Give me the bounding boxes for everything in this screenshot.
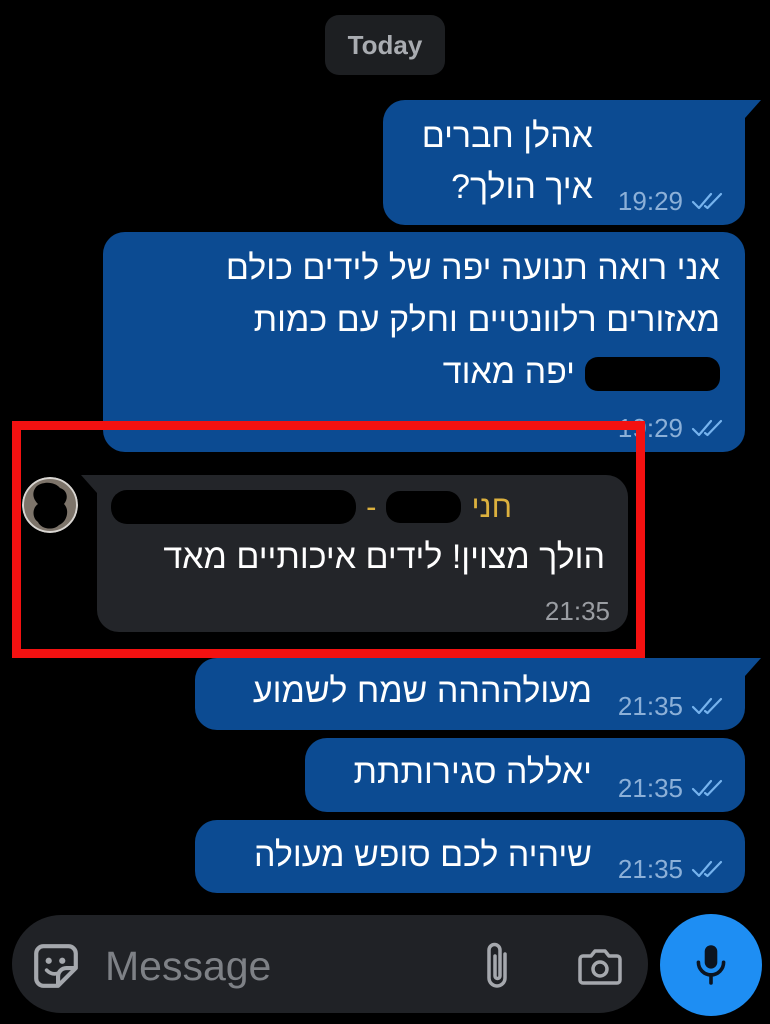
message-text-fragment: יפה מאוד bbox=[442, 353, 575, 391]
message-composer bbox=[12, 915, 648, 1013]
message-text-line: שיהיה לכם סופש מעולה bbox=[253, 836, 592, 874]
avatar-image bbox=[22, 477, 78, 533]
message-text-line: יפה מאוד bbox=[226, 346, 720, 398]
sender-name-row: חני - bbox=[111, 488, 512, 526]
double-check-icon bbox=[691, 697, 723, 715]
sender-name: חני bbox=[471, 489, 512, 524]
sticker-button[interactable] bbox=[30, 940, 82, 992]
paperclip-icon bbox=[487, 942, 507, 988]
message-time: 21:35 bbox=[617, 773, 683, 803]
message-text-line: איך הולך? bbox=[451, 168, 593, 206]
message-text: שיהיה לכם סופש מעולה bbox=[254, 830, 592, 880]
message-text: הולך מצוין! לידים איכותיים מאד bbox=[163, 532, 605, 582]
redaction-mark bbox=[585, 357, 720, 392]
message-text: אהלן חברים איך הולך? bbox=[422, 111, 593, 213]
message-text-line: אני רואה תנועה יפה של לידים כולם bbox=[225, 249, 720, 287]
chat-screen: Today אהלן חברים איך הולך? 19:29 אני רוא… bbox=[0, 0, 770, 1024]
message-text: יאללה סגירותתת bbox=[354, 747, 592, 797]
message-bubble-outgoing[interactable]: מעולהההה שמח לשמוע 21:35 bbox=[195, 658, 761, 730]
message-time: 21:35 bbox=[617, 691, 683, 721]
redaction-mark bbox=[386, 491, 462, 523]
message-bubble-outgoing[interactable]: אני רואה תנועה יפה של לידים כולם מאזורים… bbox=[103, 232, 745, 452]
message-text-line: אהלן חברים bbox=[421, 117, 593, 155]
message-time: 21:35 bbox=[544, 596, 610, 626]
message-bubble-outgoing[interactable]: יאללה סגירותתת 21:35 bbox=[305, 738, 745, 812]
message-text-line: יאללה סגירותתת bbox=[353, 753, 592, 791]
message-time: 19:29 bbox=[617, 186, 683, 216]
date-separator-label: Today bbox=[347, 29, 423, 60]
message-meta: 21:35 bbox=[618, 774, 725, 802]
redaction-mark bbox=[111, 490, 357, 524]
double-check-icon bbox=[691, 779, 723, 797]
message-text-line: מאזורים רלוונטיים וחלק עם כמות bbox=[253, 301, 720, 339]
sticker-icon bbox=[34, 944, 78, 988]
sender-name-separator: - bbox=[366, 489, 377, 524]
microphone-icon bbox=[696, 945, 726, 985]
sender-avatar[interactable] bbox=[22, 477, 78, 533]
voice-record-button[interactable] bbox=[660, 914, 762, 1016]
message-time: 21:35 bbox=[617, 854, 683, 884]
camera-button[interactable] bbox=[576, 944, 624, 988]
message-time: 19:29 bbox=[617, 413, 683, 443]
message-meta: 21:35 bbox=[545, 597, 610, 625]
message-bubble-incoming[interactable]: חני - הולך מצוין! לידים איכותיים מאד 21:… bbox=[81, 475, 628, 632]
attach-button[interactable] bbox=[478, 939, 516, 991]
message-text-line: הולך מצוין! לידים איכותיים מאד bbox=[163, 538, 605, 576]
message-input[interactable] bbox=[105, 938, 465, 994]
message-bubble-outgoing[interactable]: אהלן חברים איך הולך? 19:29 bbox=[383, 100, 761, 225]
message-meta: 21:35 bbox=[618, 855, 725, 883]
double-check-icon bbox=[691, 192, 723, 210]
double-check-icon bbox=[691, 860, 723, 878]
message-meta: 19:29 bbox=[618, 187, 725, 215]
date-separator: Today bbox=[325, 15, 445, 75]
camera-icon bbox=[578, 949, 622, 985]
double-check-icon bbox=[691, 419, 723, 437]
message-bubble-outgoing[interactable]: שיהיה לכם סופש מעולה 21:35 bbox=[195, 820, 745, 893]
message-meta: 19:29 bbox=[618, 414, 725, 442]
message-text-line: מעולהההה שמח לשמוע bbox=[252, 672, 592, 710]
message-meta: 21:35 bbox=[618, 692, 725, 720]
message-text: מעולהההה שמח לשמוע bbox=[253, 666, 592, 716]
message-text: אני רואה תנועה יפה של לידים כולם מאזורים… bbox=[226, 242, 720, 398]
